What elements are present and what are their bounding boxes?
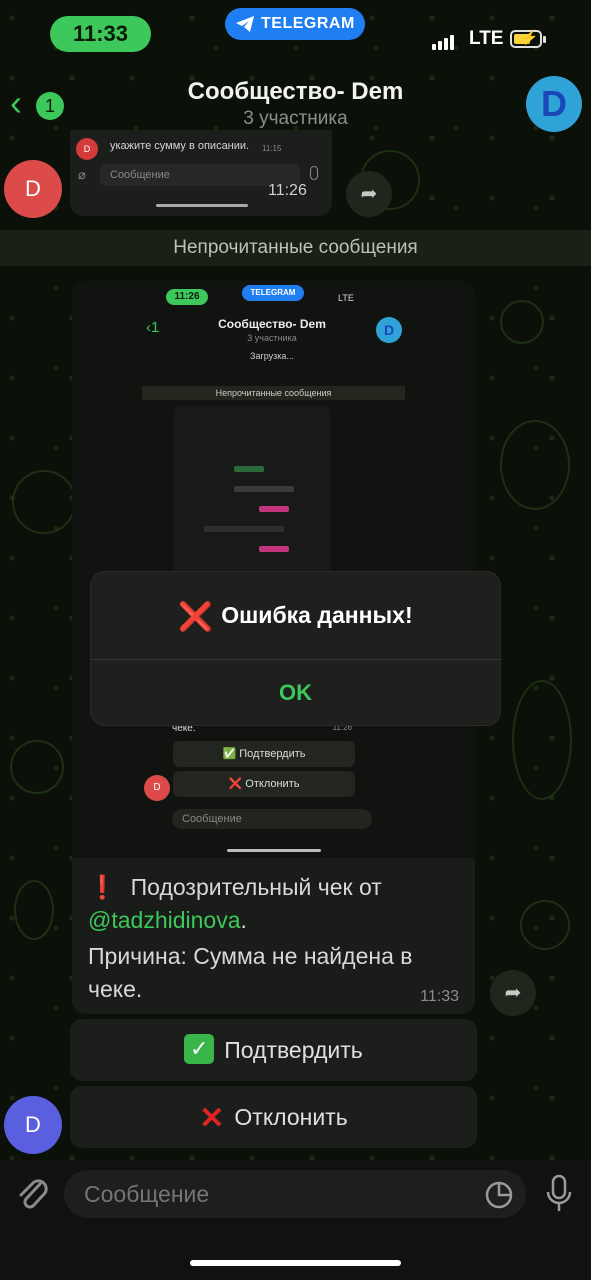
unread-messages-divider: Непрочитанные сообщения <box>0 230 591 266</box>
embedded-telegram-pill: TELEGRAM <box>242 285 304 301</box>
embedded-back-icon: ‹1 <box>146 319 160 336</box>
chat-header: ‹ 1 Сообщество- Dem 3 участника D <box>0 70 591 138</box>
telegram-pill-label: TELEGRAM <box>261 15 355 32</box>
message-input[interactable] <box>64 1170 526 1218</box>
caption-line-2: @tadzhidinova. <box>88 907 247 933</box>
alert-ok-button[interactable]: OK <box>91 660 500 725</box>
telegram-pill[interactable]: TELEGRAM <box>225 8 365 40</box>
confirm-label: Подтвердить <box>224 1037 363 1063</box>
embedded-home-indicator <box>227 849 321 852</box>
cross-mark-icon: ✕ <box>199 1102 225 1135</box>
chat-avatar[interactable]: D <box>526 76 582 132</box>
previous-message-text: укажите сумму в описании. <box>110 140 250 152</box>
embedded-network: LTE <box>338 293 354 303</box>
embedded-sender-avatar: D <box>144 775 170 801</box>
check-mark-icon: ✓ <box>184 1034 215 1064</box>
embedded-unread-divider: Непрочитанные сообщения <box>142 386 405 400</box>
mini-mic-icon <box>310 166 318 180</box>
reject-label: Отклонить <box>234 1104 348 1130</box>
mini-home-indicator <box>156 204 248 207</box>
confirm-button[interactable]: ✓ Подтвердить <box>70 1019 477 1081</box>
previous-message-time: 11:26 <box>268 182 307 199</box>
caption-line-4: чеке. <box>88 976 143 1002</box>
telegram-icon <box>236 16 254 32</box>
home-indicator[interactable] <box>190 1260 401 1266</box>
caption-line-3: Причина: Сумма не найдена в <box>88 943 413 969</box>
embedded-subtitle: 3 участника <box>247 333 297 343</box>
mini-avatar: D <box>76 138 98 160</box>
share-arrow-icon[interactable]: ➦ <box>346 171 392 217</box>
embedded-avatar: D <box>376 317 402 343</box>
status-time[interactable]: 11:33 <box>50 16 151 52</box>
alert-title: ❌ Ошибка данных! <box>91 600 500 633</box>
embedded-input: Сообщение <box>172 809 372 829</box>
user-mention-link[interactable]: @tadzhidinova <box>88 907 241 933</box>
previous-message-small-time: 11:15 <box>262 144 282 153</box>
error-alert: ❌ Ошибка данных! OK <box>91 572 500 725</box>
sender-avatar[interactable]: D <box>4 1096 62 1154</box>
screenshot-image[interactable]: 11:26 TELEGRAM LTE ‹1 Сообщество- Dem 3 … <box>72 281 475 859</box>
sender-avatar[interactable]: D <box>4 160 62 218</box>
sticker-icon[interactable] <box>484 1180 514 1210</box>
embedded-loading: Загрузка... <box>250 351 294 361</box>
embedded-title: Сообщество- Dem <box>218 317 326 331</box>
microphone-icon[interactable] <box>544 1174 574 1214</box>
caption-line-1: ❗ Подозрительный чек от <box>88 874 382 900</box>
share-arrow-icon[interactable]: ➦ <box>490 970 536 1016</box>
nested-screenshot <box>174 406 330 586</box>
signal-icon <box>432 32 456 50</box>
message-time: 11:33 <box>420 988 459 1005</box>
chat-subtitle: 3 участника <box>243 108 348 129</box>
mini-clip-icon: ⌀ <box>78 167 86 182</box>
embedded-time: 11:26 <box>166 289 208 305</box>
chat-title[interactable]: Сообщество- Dem <box>0 78 591 106</box>
alert-title-text: Ошибка данных! <box>221 602 413 628</box>
network-type: LTE <box>469 28 504 49</box>
battery-icon: ⚡ <box>510 29 546 48</box>
embedded-reject-button: ❌ Отклонить <box>173 771 355 797</box>
embedded-confirm-button: ✅ Подтвердить <box>173 741 355 767</box>
message-caption[interactable]: ❗ Подозрительный чек от @tadzhidinova. Пр… <box>72 858 475 1014</box>
attach-paperclip-icon[interactable] <box>14 1174 50 1214</box>
reject-button[interactable]: ✕ Отклонить <box>70 1086 477 1148</box>
previous-message-bubble[interactable]: D укажите сумму в описании. 11:15 ⌀ Сооб… <box>70 130 332 216</box>
exclamation-icon: ❗ <box>88 874 117 900</box>
cross-mark-icon: ❌ <box>178 601 214 632</box>
status-bar: 11:33 TELEGRAM LTE ⚡ <box>0 0 591 70</box>
